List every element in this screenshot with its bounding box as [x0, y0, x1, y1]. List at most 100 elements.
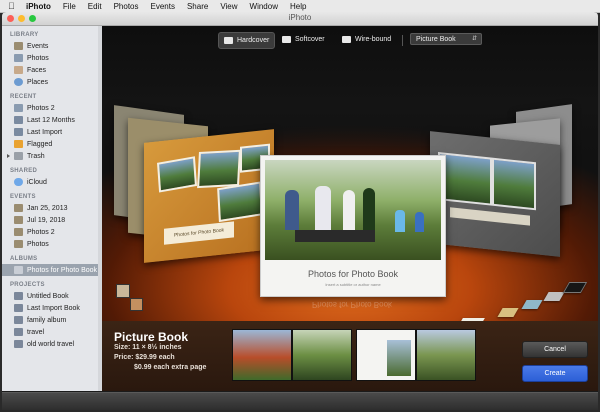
layout-thumbnail[interactable]	[292, 329, 352, 381]
bottom-toolbar	[2, 392, 598, 410]
iphoto-window: iPhoto LIBRARY Events Photos Faces Place…	[2, 12, 598, 410]
sidebar-item-last-import-book[interactable]: Last Import Book	[2, 302, 102, 314]
sidebar-item-last-12-months[interactable]: Last 12 Months	[2, 114, 102, 126]
book-size: Size: 11 × 8½ inches	[114, 344, 182, 351]
events-header: EVENTS	[10, 194, 36, 200]
book-reflection: Photos for Photo Book	[311, 300, 393, 309]
theme-book-right[interactable]	[430, 131, 560, 257]
recent-header: RECENT	[10, 94, 37, 100]
theme-swatch[interactable]	[521, 300, 543, 309]
book-icon	[14, 316, 23, 324]
import-icon	[14, 128, 23, 136]
selected-theme-book[interactable]: Photos for Photo Book Insert a subtitle …	[260, 155, 446, 297]
apple-icon[interactable]: 	[8, 1, 18, 11]
layout-thumbnail[interactable]	[232, 329, 292, 381]
theme-swatch[interactable]	[562, 282, 588, 293]
wirebound-icon	[342, 36, 351, 43]
sidebar-item-last-import[interactable]: Last Import	[2, 126, 102, 138]
book-cover-subtitle: Insert a subtitle or author name	[325, 282, 381, 287]
trash-icon	[14, 152, 23, 160]
sidebar-item-photos[interactable]: Photos	[2, 52, 102, 64]
select-arrows-icon: ⇵	[471, 36, 477, 42]
theme-select[interactable]: Picture Book ⇵	[410, 33, 482, 45]
sidebar-item-photos-for-photo-book[interactable]: Photos for Photo Book	[2, 264, 102, 276]
sidebar-item-travel[interactable]: travel	[2, 326, 102, 338]
menu-share[interactable]: Share	[187, 2, 208, 11]
places-icon	[14, 78, 23, 86]
cover-photo	[265, 160, 441, 260]
book-photo	[438, 152, 492, 206]
sidebar-item-event-jul-19-2018[interactable]: Jul 19, 2018	[2, 214, 102, 226]
book-icon	[14, 292, 23, 300]
title-bar: iPhoto	[2, 12, 598, 26]
book-cover-title: Photos for Photo Book	[307, 269, 399, 279]
create-button[interactable]: Create	[522, 365, 588, 382]
theme-swatch[interactable]	[543, 292, 565, 301]
sidebar-item-event-photos[interactable]: Photos	[2, 238, 102, 250]
sidebar-item-icloud[interactable]: iCloud	[2, 176, 102, 188]
event-icon	[14, 204, 23, 212]
menu-edit[interactable]: Edit	[88, 2, 102, 11]
sidebar-item-old-world-travel[interactable]: old world travel	[2, 338, 102, 350]
left-book-title: Photos for Photo Book	[164, 221, 234, 245]
events-icon	[14, 42, 23, 50]
flag-icon	[14, 140, 23, 148]
layout-thumbnail[interactable]	[356, 329, 416, 381]
menu-file[interactable]: File	[63, 2, 76, 11]
extra-page-price: $0.99 each extra page	[134, 364, 207, 371]
album-icon	[14, 266, 23, 274]
sidebar-item-event-photos-2[interactable]: Photos 2	[2, 226, 102, 238]
hardcover-option[interactable]: Hardcover	[218, 32, 276, 49]
menu-events[interactable]: Events	[150, 2, 174, 11]
menu-app-name[interactable]: iPhoto	[26, 2, 51, 11]
book-icon	[14, 304, 23, 312]
book-photo	[217, 181, 263, 223]
theme-info-panel: Picture Book Size: 11 × 8½ inches Price:…	[102, 321, 598, 391]
sidebar-item-trash[interactable]: Trash	[2, 150, 102, 162]
menu-photos[interactable]: Photos	[114, 2, 139, 11]
small-book-icon[interactable]	[130, 298, 143, 311]
event-icon	[14, 240, 23, 248]
event-icon	[14, 228, 23, 236]
book-photo	[197, 149, 241, 189]
event-icon	[14, 216, 23, 224]
sidebar-item-events[interactable]: Events	[2, 40, 102, 52]
theme-swatch[interactable]	[497, 308, 519, 317]
library-header: LIBRARY	[10, 32, 39, 38]
layout-thumbnail[interactable]	[416, 329, 476, 381]
theme-name: Picture Book	[114, 330, 189, 344]
shared-header: SHARED	[10, 168, 38, 174]
book-photo	[156, 156, 198, 193]
faces-icon	[14, 66, 23, 74]
book-price: Price: $29.99 each	[114, 354, 175, 361]
window-title: iPhoto	[288, 13, 312, 22]
projects-header: PROJECTS	[10, 282, 45, 288]
menu-help[interactable]: Help	[290, 2, 306, 11]
book-icon	[14, 340, 23, 348]
sidebar-item-places[interactable]: Places	[2, 76, 102, 88]
wirebound-option[interactable]: Wire-bound	[342, 32, 391, 47]
photos-icon	[14, 54, 23, 62]
hardcover-icon	[224, 37, 233, 44]
sidebar-item-event-jan-25-2013[interactable]: Jan 25, 2013	[2, 202, 102, 214]
menu-view[interactable]: View	[220, 2, 237, 11]
sidebar-item-faces[interactable]: Faces	[2, 64, 102, 76]
softcover-option[interactable]: Softcover	[282, 32, 325, 47]
cloud-icon	[14, 178, 23, 186]
disclosure-triangle-icon[interactable]	[7, 154, 10, 158]
cancel-button[interactable]: Cancel	[522, 341, 588, 358]
small-book-icon[interactable]	[116, 284, 130, 298]
theme-book-left[interactable]: Photos for Photo Book	[144, 129, 274, 263]
source-list: LIBRARY Events Photos Faces Places RECEN…	[2, 26, 102, 391]
sidebar-item-photos-2[interactable]: Photos 2	[2, 102, 102, 114]
calendar-icon	[14, 116, 23, 124]
menu-window[interactable]: Window	[250, 2, 278, 11]
softcover-icon	[282, 36, 291, 43]
book-icon	[14, 328, 23, 336]
book-photo	[492, 157, 536, 211]
photos-icon	[14, 104, 23, 112]
sidebar-item-flagged[interactable]: Flagged	[2, 138, 102, 150]
sidebar-item-untitled-book[interactable]: Untitled Book	[2, 290, 102, 302]
albums-header: ALBUMS	[10, 256, 38, 262]
sidebar-item-family-album[interactable]: family album	[2, 314, 102, 326]
